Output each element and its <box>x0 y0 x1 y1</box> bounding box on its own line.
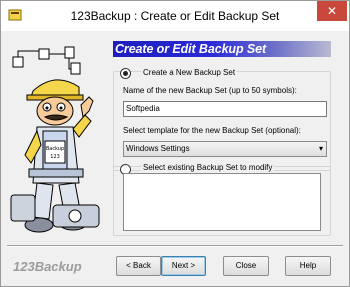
create-new-label[interactable]: Create a New Backup Set <box>141 68 238 77</box>
close-icon[interactable]: ✕ <box>317 1 347 21</box>
existing-sets-list[interactable] <box>123 173 321 231</box>
backup-wizard-window: 123Backup : Create or Edit Backup Set ✕ <box>0 0 350 287</box>
footer-divider <box>7 245 343 247</box>
svg-text:123: 123 <box>50 154 60 160</box>
mascot-illustration: Backup 123 <box>10 46 100 233</box>
template-select[interactable]: Windows Settings ▾ <box>123 141 327 157</box>
close-button[interactable]: Close <box>223 256 269 276</box>
backup-set-name-label: Name of the new Backup Set (up to 50 sym… <box>123 86 297 95</box>
back-button[interactable]: < Back <box>116 256 161 276</box>
page-title: Create or Edit Backup Set <box>115 42 267 56</box>
page-banner: Create or Edit Backup Set <box>113 41 331 57</box>
title-bar[interactable]: 123Backup : Create or Edit Backup Set ✕ <box>1 1 349 31</box>
brand-label: 123Backup <box>13 259 82 274</box>
dropdown-arrow-icon: ▾ <box>318 144 323 153</box>
template-label: Select template for the new Backup Set (… <box>123 126 301 135</box>
window-title: 123Backup : Create or Edit Backup Set <box>70 9 280 23</box>
wizard-body: Backup 123 Create or Edit Backup Set Cre… <box>1 31 349 286</box>
template-selected-value: Windows Settings <box>126 144 190 153</box>
help-button[interactable]: Help <box>285 256 331 276</box>
select-existing-label[interactable]: Select existing Backup Set to modify <box>141 163 275 172</box>
next-button[interactable]: Next > <box>161 256 206 276</box>
badge-text: Backup <box>46 146 64 152</box>
backup-set-name-input[interactable]: Softpedia <box>123 101 327 117</box>
create-new-radio[interactable] <box>120 68 131 79</box>
